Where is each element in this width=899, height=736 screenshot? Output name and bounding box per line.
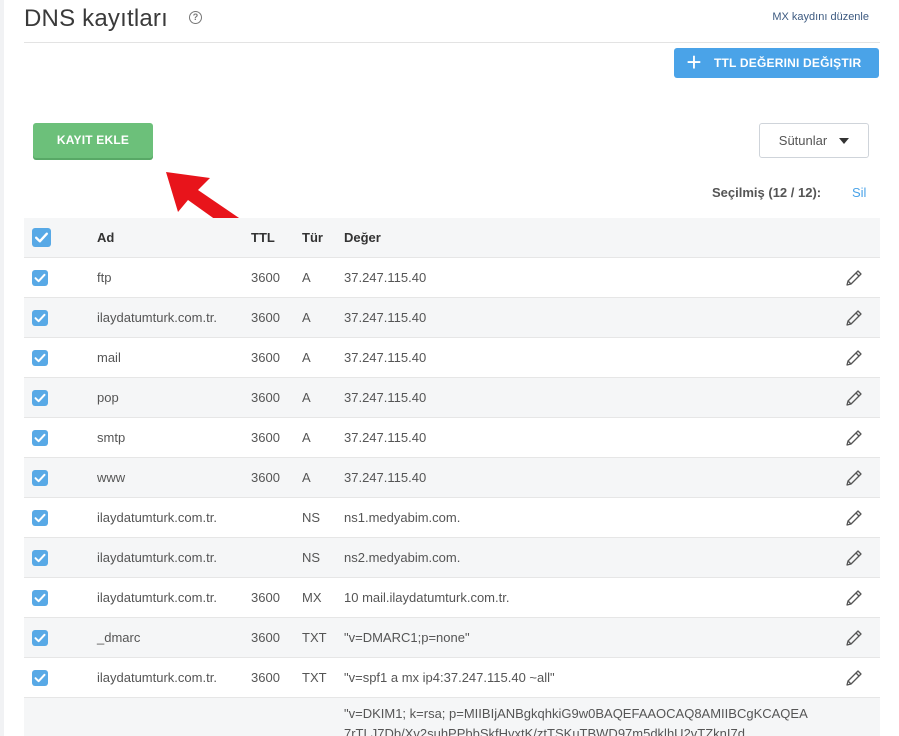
row-checkbox[interactable] bbox=[32, 550, 48, 566]
table-row: ilaydatumturk.com.tr. 3600 TXT "v=spf1 a… bbox=[24, 658, 880, 698]
cell-tur: NS bbox=[302, 510, 321, 525]
cell-ad: www bbox=[97, 470, 126, 485]
table-row: ftp 3600 A 37.247.115.40 bbox=[24, 258, 880, 298]
table-row: ilaydatumturk.com.tr. NS ns1.medyabim.co… bbox=[24, 498, 880, 538]
row-checkbox[interactable] bbox=[32, 350, 48, 366]
cell-deger: 37.247.115.40 bbox=[344, 390, 427, 405]
select-all-checkbox[interactable] bbox=[32, 228, 51, 247]
cell-deger: "v=spf1 a mx ip4:37.247.115.40 ~all" bbox=[344, 670, 555, 685]
page-title: DNS kayıtları bbox=[24, 5, 168, 32]
left-edge bbox=[0, 0, 4, 736]
cell-tur: MX bbox=[302, 590, 322, 605]
pencil-icon[interactable] bbox=[844, 348, 864, 368]
cell-ad: ilaydatumturk.com.tr. bbox=[97, 510, 217, 525]
header-ttl[interactable]: TTL bbox=[251, 218, 275, 258]
selection-count: Seçilmiş (12 / 12): bbox=[712, 185, 822, 200]
row-checkbox[interactable] bbox=[32, 390, 48, 406]
cell-ttl: 3600 bbox=[251, 350, 280, 365]
page-header: DNS kayıtları ? MX kaydını düzenle bbox=[24, 0, 880, 43]
header-ad[interactable]: Ad bbox=[97, 218, 114, 258]
cell-ad: smtp bbox=[97, 430, 126, 445]
pencil-icon[interactable] bbox=[844, 588, 864, 608]
pencil-icon[interactable] bbox=[844, 628, 864, 648]
header-tur[interactable]: Tür bbox=[302, 218, 323, 258]
cell-tur: A bbox=[302, 470, 311, 485]
plus-icon: + bbox=[686, 47, 702, 77]
cell-ad: ilaydatumturk.com.tr. bbox=[97, 310, 217, 325]
cell-deger: 37.247.115.40 bbox=[344, 470, 427, 485]
cell-deger: 37.247.115.40 bbox=[344, 310, 427, 325]
pencil-icon[interactable] bbox=[844, 268, 864, 288]
row-checkbox[interactable] bbox=[32, 670, 48, 686]
cell-tur: A bbox=[302, 390, 311, 405]
table-header: Ad TTL Tür Değer bbox=[24, 218, 880, 258]
row-checkbox[interactable] bbox=[32, 590, 48, 606]
cell-deger: 37.247.115.40 bbox=[344, 430, 427, 445]
cell-tur: NS bbox=[302, 550, 321, 565]
columns-dropdown[interactable]: Sütunlar bbox=[759, 123, 869, 158]
row-checkbox[interactable] bbox=[32, 430, 48, 446]
table-row: www 3600 A 37.247.115.40 bbox=[24, 458, 880, 498]
table-row: smtp 3600 A 37.247.115.40 bbox=[24, 418, 880, 458]
pencil-icon[interactable] bbox=[844, 308, 864, 328]
dns-records-table: Ad TTL Tür Değer ftp 3600 A 37.247.115.4… bbox=[24, 218, 880, 736]
change-ttl-label: TTL DEĞERINI DEĞIŞTIR bbox=[714, 56, 862, 70]
cell-deger: 10 mail.ilaydatumturk.com.tr. bbox=[344, 590, 510, 605]
cell-tur: A bbox=[302, 430, 311, 445]
add-record-button[interactable]: KAYIT EKLE bbox=[33, 123, 153, 158]
header-deger[interactable]: Değer bbox=[344, 218, 381, 258]
delete-selected-link[interactable]: Sil bbox=[852, 185, 866, 200]
cell-tur: TXT bbox=[302, 630, 327, 645]
cell-ttl: 3600 bbox=[251, 670, 280, 685]
row-checkbox[interactable] bbox=[32, 270, 48, 286]
cell-ad: _dmarc bbox=[97, 630, 141, 645]
cell-ad: ftp bbox=[97, 270, 112, 285]
change-ttl-button[interactable]: + TTL DEĞERINI DEĞIŞTIR bbox=[674, 48, 879, 78]
table-row: pop 3600 A 37.247.115.40 bbox=[24, 378, 880, 418]
caret-down-icon bbox=[839, 137, 850, 144]
cell-deger: "v=DKIM1; k=rsa; p=MIIBIjANBgkqhkiG9w0BA… bbox=[344, 706, 808, 736]
cell-ad: ilaydatumturk.com.tr. bbox=[97, 550, 217, 565]
cell-deger: ns1.medyabim.com. bbox=[344, 510, 461, 525]
table-row: ilaydatumturk.com.tr. 3600 MX 10 mail.il… bbox=[24, 578, 880, 618]
cell-ttl: 3600 bbox=[251, 310, 280, 325]
table-row: ilaydatumturk.com.tr. NS ns2.medyabim.co… bbox=[24, 538, 880, 578]
cell-ad: mail bbox=[97, 350, 121, 365]
table-row: "v=DKIM1; k=rsa; p=MIIBIjANBgkqhkiG9w0BA… bbox=[24, 698, 880, 736]
cell-deger: "v=DMARC1;p=none" bbox=[344, 630, 470, 645]
cell-ad: ilaydatumturk.com.tr. bbox=[97, 670, 217, 685]
pencil-icon[interactable] bbox=[844, 508, 864, 528]
cell-deger: 37.247.115.40 bbox=[344, 350, 427, 365]
cell-ad: ilaydatumturk.com.tr. bbox=[97, 590, 217, 605]
cell-tur: A bbox=[302, 310, 311, 325]
cell-ttl: 3600 bbox=[251, 590, 280, 605]
pencil-icon[interactable] bbox=[844, 388, 864, 408]
row-checkbox[interactable] bbox=[32, 630, 48, 646]
cell-ad: pop bbox=[97, 390, 119, 405]
row-checkbox[interactable] bbox=[32, 310, 48, 326]
pencil-icon[interactable] bbox=[844, 548, 864, 568]
columns-label: Sütunlar bbox=[778, 133, 828, 148]
help-icon[interactable]: ? bbox=[189, 11, 202, 24]
cell-ttl: 3600 bbox=[251, 270, 280, 285]
pencil-icon[interactable] bbox=[844, 468, 864, 488]
cell-ttl: 3600 bbox=[251, 470, 280, 485]
cell-tur: A bbox=[302, 270, 311, 285]
row-checkbox[interactable] bbox=[32, 510, 48, 526]
cell-ttl: 3600 bbox=[251, 430, 280, 445]
table-row: _dmarc 3600 TXT "v=DMARC1;p=none" bbox=[24, 618, 880, 658]
cell-tur: TXT bbox=[302, 670, 327, 685]
cell-deger: ns2.medyabim.com. bbox=[344, 550, 461, 565]
pencil-icon[interactable] bbox=[844, 428, 864, 448]
cell-tur: A bbox=[302, 350, 311, 365]
mx-edit-link[interactable]: MX kaydını düzenle bbox=[772, 11, 869, 23]
row-checkbox[interactable] bbox=[32, 470, 48, 486]
cell-ttl: 3600 bbox=[251, 390, 280, 405]
table-row: ilaydatumturk.com.tr. 3600 A 37.247.115.… bbox=[24, 298, 880, 338]
pencil-icon[interactable] bbox=[844, 668, 864, 688]
table-row: mail 3600 A 37.247.115.40 bbox=[24, 338, 880, 378]
cell-ttl: 3600 bbox=[251, 630, 280, 645]
cell-deger: 37.247.115.40 bbox=[344, 270, 427, 285]
